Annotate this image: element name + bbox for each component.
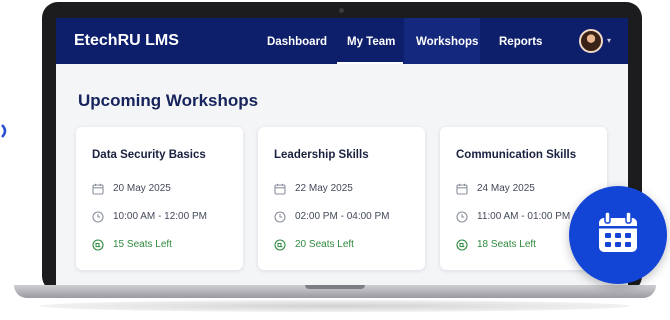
workshop-time: 11:00 AM - 01:00 PM [477,210,571,222]
clock-icon [456,210,468,223]
workshop-date-row: 22 May 2025 [274,181,353,195]
workshop-seats: 20 Seats Left [295,238,354,250]
workshop-time: 02:00 PM - 04:00 PM [295,210,390,222]
workshop-title[interactable]: Leadership Skills [274,149,369,161]
nav-item-reports[interactable]: Reports [499,36,542,48]
clock-icon [92,210,104,223]
workshop-time-row: 10:00 AM - 12:00 PM [92,209,207,223]
app-title[interactable]: EtechRU LMS [74,32,179,50]
nav-item-workshops[interactable]: Workshops [416,36,478,48]
laptop-screen: EtechRU LMS Dashboard My Team Workshops … [56,18,628,286]
nav-item-my-team[interactable]: My Team [347,36,395,48]
workshop-seats: 18 Seats Left [477,238,536,250]
seat-icon [274,238,286,251]
workshop-date: 20 May 2025 [113,182,171,194]
calendar-icon [456,182,468,195]
calendar-badge-icon [569,186,667,284]
workshop-title[interactable]: Data Security Basics [92,149,206,161]
workshop-date: 24 May 2025 [477,182,535,194]
workshop-card[interactable]: Leadership Skills 22 May 2025 02:00 PM -… [258,127,425,270]
laptop-shadow [40,300,630,312]
active-tab-indicator [337,62,403,64]
decoration [0,120,10,160]
nav-item-dashboard[interactable]: Dashboard [267,36,327,48]
workshop-seats-row: 18 Seats Left [456,237,536,251]
seat-icon [92,238,104,251]
workshop-title[interactable]: Communication Skills [456,149,576,161]
laptop-notch [305,285,365,289]
laptop-frame: EtechRU LMS Dashboard My Team Workshops … [42,2,642,292]
workshop-seats-row: 15 Seats Left [92,237,172,251]
webcam [339,8,344,13]
laptop-base [14,285,656,298]
workshop-card[interactable]: Data Security Basics 20 May 2025 10:00 A… [76,127,243,270]
clock-icon [274,210,286,223]
top-navbar: EtechRU LMS Dashboard My Team Workshops … [56,18,628,64]
workshop-time-row: 11:00 AM - 01:00 PM [456,209,570,223]
seat-icon [456,238,468,251]
chevron-down-icon[interactable]: ▾ [607,36,611,45]
workshop-seats: 15 Seats Left [113,238,172,250]
workshop-date-row: 20 May 2025 [92,181,171,195]
workshop-date-row: 24 May 2025 [456,181,535,195]
workshop-date: 22 May 2025 [295,182,353,194]
user-avatar[interactable] [579,29,603,53]
workshop-time-row: 02:00 PM - 04:00 PM [274,209,390,223]
workshop-time: 10:00 AM - 12:00 PM [113,210,207,222]
workshop-seats-row: 20 Seats Left [274,237,354,251]
calendar-icon [92,182,104,195]
calendar-icon [274,182,286,195]
page-title: Upcoming Workshops [78,91,259,110]
